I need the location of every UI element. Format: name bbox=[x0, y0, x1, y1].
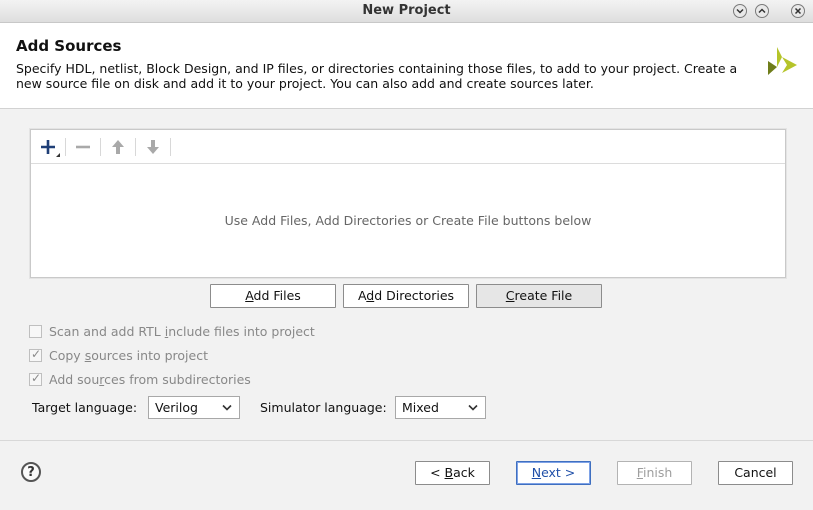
target-language-label: Target language: bbox=[32, 400, 138, 415]
source-list-panel: Use Add Files, Add Directories or Create… bbox=[30, 129, 786, 278]
toolbar-separator bbox=[170, 138, 171, 156]
file-list-empty-message: Use Add Files, Add Directories or Create… bbox=[224, 213, 592, 228]
check-icon: ✓ bbox=[31, 347, 42, 361]
scan-rtl-checkbox[interactable] bbox=[29, 325, 42, 338]
minus-icon bbox=[76, 145, 90, 149]
scan-rtl-label: Scan and add RTL include files into proj… bbox=[49, 324, 315, 339]
simulator-language-label: Simulator language: bbox=[260, 400, 387, 415]
cancel-button[interactable]: Cancel bbox=[718, 461, 793, 485]
window-titlebar: New Project bbox=[0, 0, 813, 23]
add-subdirectories-checkbox[interactable]: ✓ bbox=[29, 371, 42, 386]
copy-sources-checkbox[interactable]: ✓ bbox=[29, 347, 42, 362]
chevron-up-icon bbox=[758, 8, 766, 14]
plus-icon bbox=[41, 140, 60, 157]
simulator-language-value: Mixed bbox=[402, 400, 439, 415]
toolbar-separator bbox=[100, 138, 101, 156]
footer-divider bbox=[0, 440, 813, 441]
back-button[interactable]: < Back bbox=[415, 461, 490, 485]
minimize-button[interactable] bbox=[733, 4, 747, 18]
target-language-value: Verilog bbox=[155, 400, 198, 415]
add-directories-button[interactable]: Add Directories bbox=[343, 284, 469, 308]
source-toolbar bbox=[31, 130, 785, 164]
simulator-language-select[interactable]: Mixed bbox=[395, 396, 486, 419]
target-language-select[interactable]: Verilog bbox=[148, 396, 240, 419]
move-down-button[interactable] bbox=[144, 137, 164, 157]
add-source-button[interactable] bbox=[39, 137, 60, 157]
remove-source-button[interactable] bbox=[74, 137, 94, 157]
maximize-button[interactable] bbox=[755, 4, 769, 18]
add-files-button[interactable]: Add Files bbox=[210, 284, 336, 308]
arrow-down-icon bbox=[147, 140, 159, 154]
chevron-down-icon bbox=[736, 8, 744, 14]
arrow-up-icon bbox=[112, 140, 124, 154]
page-title: Add Sources bbox=[16, 37, 122, 55]
close-icon bbox=[794, 7, 802, 15]
toolbar-separator bbox=[65, 138, 66, 156]
next-button[interactable]: Next > bbox=[516, 461, 591, 485]
create-file-button[interactable]: Create File bbox=[476, 284, 602, 308]
chevron-down-icon bbox=[468, 404, 478, 411]
page-header: Add Sources Specify HDL, netlist, Block … bbox=[0, 23, 813, 109]
copy-sources-label: Copy sources into project bbox=[49, 348, 208, 363]
xilinx-logo-icon bbox=[768, 47, 797, 75]
add-subdirectories-label: Add sources from subdirectories bbox=[49, 372, 251, 387]
toolbar-separator bbox=[135, 138, 136, 156]
help-button[interactable]: ? bbox=[21, 462, 41, 482]
window-title: New Project bbox=[362, 3, 451, 18]
move-up-button[interactable] bbox=[109, 137, 129, 157]
finish-button[interactable]: Finish bbox=[617, 461, 692, 485]
check-icon: ✓ bbox=[31, 371, 42, 385]
page-description: Specify HDL, netlist, Block Design, and … bbox=[16, 61, 738, 91]
chevron-down-icon bbox=[222, 404, 232, 411]
close-button[interactable] bbox=[791, 4, 805, 18]
